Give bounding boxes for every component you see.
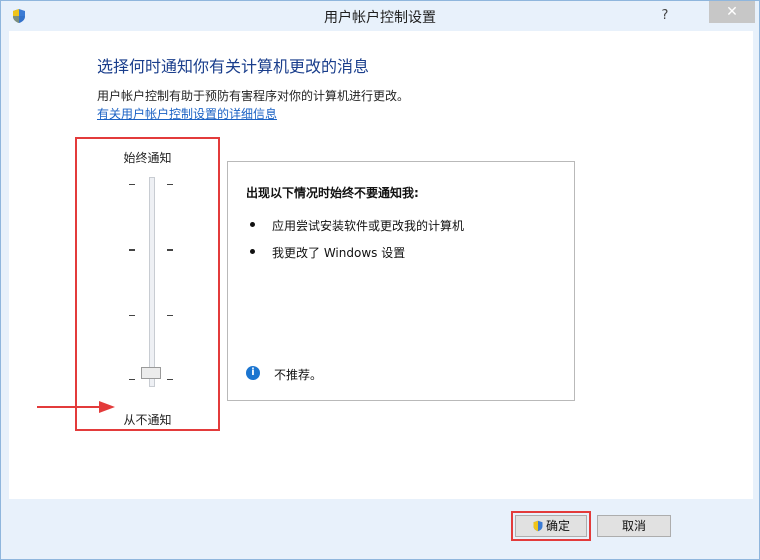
uac-shield-icon	[533, 520, 543, 532]
window-title: 用户帐户控制设置	[324, 10, 436, 26]
help-button[interactable]: ?	[655, 7, 675, 25]
slider-bottom-label: 从不通知	[123, 413, 172, 427]
bullet-text: 应用尝试安装软件或更改我的计算机	[272, 219, 465, 233]
slider-thumb[interactable]	[141, 367, 161, 379]
ok-button-label: 确定	[545, 519, 570, 533]
close-button[interactable]: ✕	[709, 1, 755, 23]
info-icon: i	[246, 366, 260, 380]
recommendation-text: 不推荐。	[274, 368, 323, 382]
slider-tick	[167, 184, 173, 185]
ok-button[interactable]: 确定	[515, 515, 587, 537]
slider-tick	[167, 379, 173, 380]
uac-details-link[interactable]: 有关用户帐户控制设置的详细信息	[97, 105, 277, 122]
bullet-icon	[250, 222, 255, 227]
content-panel: 选择何时通知你有关计算机更改的消息 用户帐户控制有助于预防有害程序对你的计算机进…	[9, 31, 753, 499]
uac-settings-window: 用户帐户控制设置 ? ✕ 选择何时通知你有关计算机更改的消息 用户帐户控制有助于…	[0, 0, 760, 560]
slider-track[interactable]	[149, 177, 155, 387]
slider-tick	[167, 249, 173, 251]
slider-tick	[129, 379, 135, 380]
notification-slider-highlight: 始终通知 从不通知	[75, 137, 220, 431]
info-title: 出现以下情况时始终不要通知我:	[246, 186, 419, 200]
description-text: 用户帐户控制有助于预防有害程序对你的计算机进行更改。	[97, 89, 410, 103]
title-bar[interactable]: 用户帐户控制设置 ? ✕	[1, 1, 759, 31]
slider-top-label: 始终通知	[123, 151, 172, 165]
bullet-icon	[250, 249, 255, 254]
slider-tick	[167, 315, 173, 316]
slider-tick	[129, 315, 135, 316]
bullet-text: 我更改了 Windows 设置	[272, 246, 406, 260]
red-arrow-icon	[37, 401, 115, 413]
slider-tick	[129, 249, 135, 251]
cancel-button[interactable]: 取消	[597, 515, 671, 537]
info-panel: 出现以下情况时始终不要通知我: 应用尝试安装软件或更改我的计算机 我更改了 Wi…	[227, 161, 575, 401]
page-heading: 选择何时通知你有关计算机更改的消息	[97, 57, 370, 76]
slider-tick	[129, 184, 135, 185]
